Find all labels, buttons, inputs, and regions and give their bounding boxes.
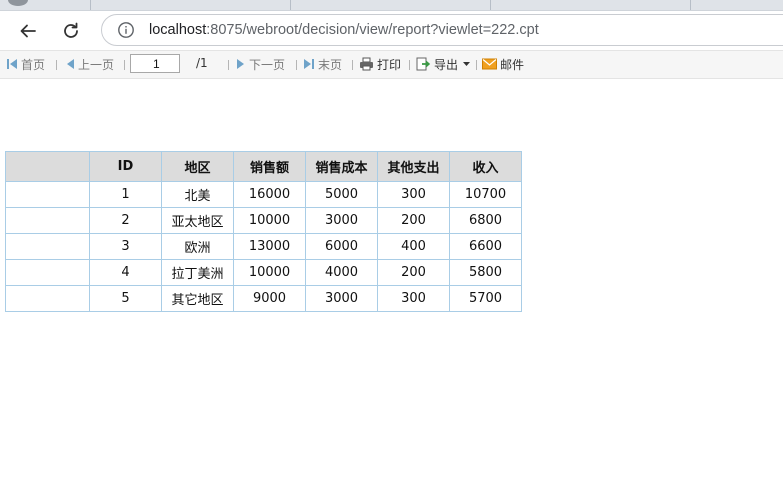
table-row: 5 其它地区 9000 3000 300 5700 [5, 285, 522, 312]
envelope-icon [482, 58, 497, 70]
table-cell: 4000 [305, 259, 378, 286]
prev-page-icon [67, 59, 74, 69]
tab-divider [490, 0, 491, 10]
arrow-left-icon [20, 24, 36, 38]
table-cell: 6800 [449, 207, 522, 234]
table-cell: 5000 [305, 181, 378, 208]
next-page-icon [237, 59, 244, 69]
table-cell [5, 181, 90, 208]
table-cell: 10700 [449, 181, 522, 208]
email-label: 邮件 [500, 57, 525, 72]
column-header: 销售额 [233, 151, 306, 182]
table-header-row: ID 地区 销售额 销售成本 其他支出 收入 [5, 151, 522, 182]
tab-divider [690, 0, 691, 10]
table-cell: 13000 [233, 233, 306, 260]
url-path: :8075/webroot/decision/view/report?viewl… [206, 22, 539, 38]
table-cell: 亚太地区 [161, 207, 234, 234]
table-cell: 300 [377, 285, 450, 312]
url-field[interactable]: localhost:8075/webroot/decision/view/rep… [101, 14, 783, 46]
tab-divider [90, 0, 91, 10]
column-header [5, 151, 90, 182]
next-page-label: 下一页 [249, 57, 286, 72]
table-row: 3 欧洲 13000 6000 400 6600 [5, 233, 522, 260]
reload-button[interactable] [56, 16, 86, 46]
table-cell: 5700 [449, 285, 522, 312]
tab-divider [290, 0, 291, 10]
table-cell: 9000 [233, 285, 306, 312]
prev-page-label: 上一页 [78, 57, 115, 72]
table-cell: 5800 [449, 259, 522, 286]
report-table: ID 地区 销售额 销售成本 其他支出 收入 1 北美 16000 5000 3… [5, 151, 522, 312]
table-cell: 4 [89, 259, 162, 286]
table-cell: 6000 [305, 233, 378, 260]
table-cell: 200 [377, 207, 450, 234]
url-host: localhost [149, 22, 207, 38]
table-cell: 2 [89, 207, 162, 234]
table-cell: 200 [377, 259, 450, 286]
table-row: 1 北美 16000 5000 300 10700 [5, 181, 522, 208]
toolbar-divider [476, 60, 477, 70]
export-icon [416, 57, 431, 70]
column-header: 其他支出 [377, 151, 450, 182]
table-cell: 300 [377, 181, 450, 208]
table-cell: 10000 [233, 259, 306, 286]
export-label: 导出 [434, 57, 459, 72]
table-cell [5, 259, 90, 286]
table-cell [5, 207, 90, 234]
table-cell: 3 [89, 233, 162, 260]
url-text: localhost:8075/webroot/decision/view/rep… [149, 22, 539, 38]
prev-page-button[interactable]: 上一页 [65, 56, 114, 72]
report-toolbar: 首页 上一页 /1 下一页 末页 打印 导 [0, 50, 783, 79]
column-header: 收入 [449, 151, 522, 182]
table-cell: 5 [89, 285, 162, 312]
table-cell: 其它地区 [161, 285, 234, 312]
first-page-button[interactable]: 首页 [6, 56, 45, 72]
table-cell: 6600 [449, 233, 522, 260]
first-page-label: 首页 [21, 57, 46, 72]
table-row: 4 拉丁美洲 10000 4000 200 5800 [5, 259, 522, 286]
caret-down-icon [463, 62, 471, 66]
toolbar-divider [409, 60, 410, 70]
table-cell: 北美 [161, 181, 234, 208]
column-header: ID [89, 151, 162, 182]
first-page-icon [7, 59, 17, 69]
table-cell: 欧洲 [161, 233, 234, 260]
last-page-button[interactable]: 末页 [303, 56, 342, 72]
table-cell: 16000 [233, 181, 306, 208]
toolbar-divider [296, 60, 297, 70]
table-cell [5, 285, 90, 312]
page-number-input[interactable] [130, 54, 180, 73]
table-cell: 3000 [305, 207, 378, 234]
email-button[interactable]: 邮件 [482, 56, 524, 72]
column-header: 地区 [161, 151, 234, 182]
page-total: /1 [196, 56, 208, 70]
reload-icon [64, 22, 78, 38]
table-row: 2 亚太地区 10000 3000 200 6800 [5, 207, 522, 234]
toolbar-divider [124, 60, 125, 70]
printer-icon [360, 57, 373, 71]
info-icon[interactable] [117, 21, 135, 39]
table-cell: 1 [89, 181, 162, 208]
table-cell: 3000 [305, 285, 378, 312]
print-label: 打印 [377, 57, 402, 72]
browser-tab-strip [0, 0, 783, 11]
last-page-icon [304, 59, 314, 69]
tab-favicon-fragment [8, 0, 28, 6]
back-button[interactable] [13, 16, 43, 46]
table-cell [5, 233, 90, 260]
export-button[interactable]: 导出 [416, 56, 471, 72]
table-cell: 10000 [233, 207, 306, 234]
table-cell: 拉丁美洲 [161, 259, 234, 286]
table-cell: 400 [377, 233, 450, 260]
next-page-button[interactable]: 下一页 [236, 56, 285, 72]
toolbar-divider [228, 60, 229, 70]
toolbar-divider [352, 60, 353, 70]
last-page-label: 末页 [318, 57, 343, 72]
toolbar-divider [56, 60, 57, 70]
column-header: 销售成本 [305, 151, 378, 182]
browser-address-bar: localhost:8075/webroot/decision/view/rep… [0, 11, 783, 49]
print-button[interactable]: 打印 [359, 56, 401, 72]
